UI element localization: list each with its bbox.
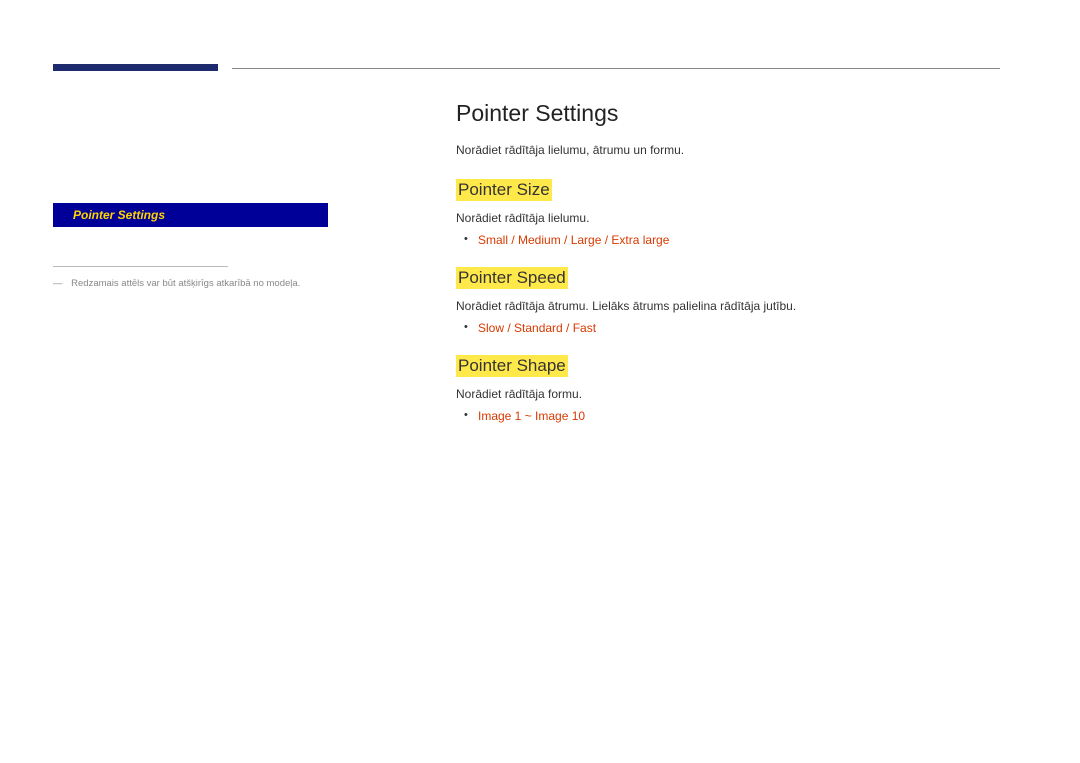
sidebar: Pointer Settings [53,203,328,227]
section-title-pointer-shape: Pointer Shape [456,355,568,377]
footnote: ― Redzamais attēls var būt atšķirīgs atk… [53,278,300,289]
header-accent-bar [53,64,218,71]
option-item: Small / Medium / Large / Extra large [478,233,996,247]
footnote-text: Redzamais attēls var būt atšķirīgs atkar… [71,278,300,289]
page-intro: Norādiet rādītāja lielumu, ātrumu un for… [456,143,996,157]
section-pointer-size: Pointer Size Norādiet rādītāja lielumu. … [456,179,996,247]
main-content: Pointer Settings Norādiet rādītāja lielu… [456,100,996,443]
section-desc-pointer-speed: Norādiet rādītāja ātrumu. Lielāks ātrums… [456,299,996,313]
footnote-dash: ― [53,278,63,289]
page-title: Pointer Settings [456,100,996,127]
option-item: Image 1 ~ Image 10 [478,409,996,423]
sidebar-divider [53,266,228,267]
section-title-pointer-size: Pointer Size [456,179,552,201]
section-pointer-speed: Pointer Speed Norādiet rādītāja ātrumu. … [456,267,996,335]
sidebar-item-pointer-settings[interactable]: Pointer Settings [53,203,328,227]
section-desc-pointer-size: Norādiet rādītāja lielumu. [456,211,996,225]
option-list-pointer-size: Small / Medium / Large / Extra large [456,233,996,247]
section-desc-pointer-shape: Norādiet rādītāja formu. [456,387,996,401]
option-list-pointer-shape: Image 1 ~ Image 10 [456,409,996,423]
header-divider-line [232,68,1000,69]
option-list-pointer-speed: Slow / Standard / Fast [456,321,996,335]
section-pointer-shape: Pointer Shape Norādiet rādītāja formu. I… [456,355,996,423]
option-item: Slow / Standard / Fast [478,321,996,335]
section-title-pointer-speed: Pointer Speed [456,267,568,289]
